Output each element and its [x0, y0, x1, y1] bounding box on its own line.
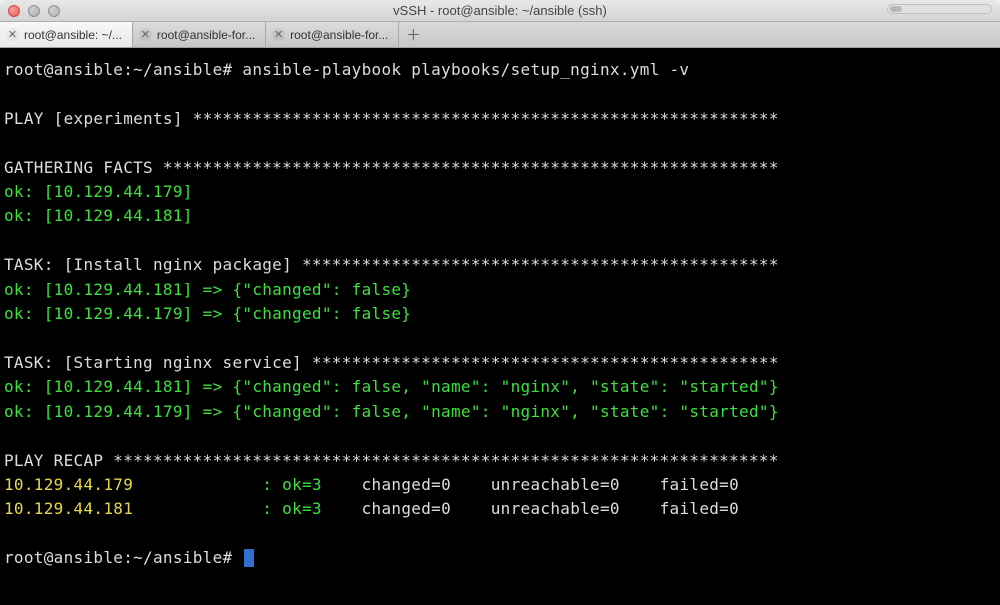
blank-line	[4, 229, 996, 253]
blank-line	[4, 131, 996, 155]
play-header: PLAY [experiments] *********************…	[4, 107, 996, 131]
titlebar: vSSH - root@ansible: ~/ansible (ssh)	[0, 0, 1000, 22]
prompt-line: root@ansible:~/ansible# ansible-playbook…	[4, 58, 996, 82]
close-icon[interactable]: ✕	[272, 28, 285, 41]
recap-header: PLAY RECAP *****************************…	[4, 449, 996, 473]
facts-host-line: ok: [10.129.44.181]	[4, 204, 996, 228]
tab-label: root@ansible: ~/...	[24, 28, 122, 42]
add-tab-button[interactable]: ＋	[399, 22, 427, 47]
tab-2[interactable]: ✕ root@ansible-for...	[133, 22, 266, 47]
app-window: vSSH - root@ansible: ~/ansible (ssh) ✕ r…	[0, 0, 1000, 605]
recap-host: 10.129.44.181	[4, 499, 262, 518]
blank-line	[4, 82, 996, 106]
task2-result: ok: [10.129.44.181] => {"changed": false…	[4, 375, 996, 399]
close-icon[interactable]: ✕	[6, 28, 19, 41]
task1-header: TASK: [Install nginx package] **********…	[4, 253, 996, 277]
blank-line	[4, 522, 996, 546]
traffic-lights	[8, 5, 60, 17]
task2-result: ok: [10.129.44.179] => {"changed": false…	[4, 400, 996, 424]
close-icon[interactable]: ✕	[139, 28, 152, 41]
tab-label: root@ansible-for...	[157, 28, 255, 42]
cursor-icon	[244, 549, 254, 567]
close-icon[interactable]	[8, 5, 20, 17]
recap-row: 10.129.44.181 : ok=3 changed=0 unreachab…	[4, 497, 996, 521]
prompt-text: root@ansible:~/ansible#	[4, 548, 242, 567]
recap-rest: changed=0 unreachable=0 failed=0	[352, 499, 739, 518]
scrollbar-horizontal[interactable]	[887, 4, 992, 14]
task1-result: ok: [10.129.44.179] => {"changed": false…	[4, 302, 996, 326]
blank-line	[4, 326, 996, 350]
tab-label: root@ansible-for...	[290, 28, 388, 42]
facts-header: GATHERING FACTS ************************…	[4, 156, 996, 180]
recap-rest: changed=0 unreachable=0 failed=0	[352, 475, 739, 494]
prompt-end: root@ansible:~/ansible#	[4, 546, 996, 570]
terminal-pane[interactable]: root@ansible:~/ansible# ansible-playbook…	[0, 48, 1000, 605]
tab-bar: ✕ root@ansible: ~/... ✕ root@ansible-for…	[0, 22, 1000, 48]
recap-row: 10.129.44.179 : ok=3 changed=0 unreachab…	[4, 473, 996, 497]
task1-result: ok: [10.129.44.181] => {"changed": false…	[4, 278, 996, 302]
blank-line	[4, 424, 996, 448]
tab-3[interactable]: ✕ root@ansible-for...	[266, 22, 399, 47]
recap-ok: : ok=3	[262, 499, 351, 518]
facts-host-line: ok: [10.129.44.179]	[4, 180, 996, 204]
recap-ok: : ok=3	[262, 475, 351, 494]
tab-1[interactable]: ✕ root@ansible: ~/...	[0, 22, 133, 47]
window-title: vSSH - root@ansible: ~/ansible (ssh)	[393, 3, 607, 18]
maximize-icon[interactable]	[48, 5, 60, 17]
scrollbar-thumb[interactable]	[890, 6, 902, 12]
task2-header: TASK: [Starting nginx service] *********…	[4, 351, 996, 375]
recap-host: 10.129.44.179	[4, 475, 262, 494]
minimize-icon[interactable]	[28, 5, 40, 17]
